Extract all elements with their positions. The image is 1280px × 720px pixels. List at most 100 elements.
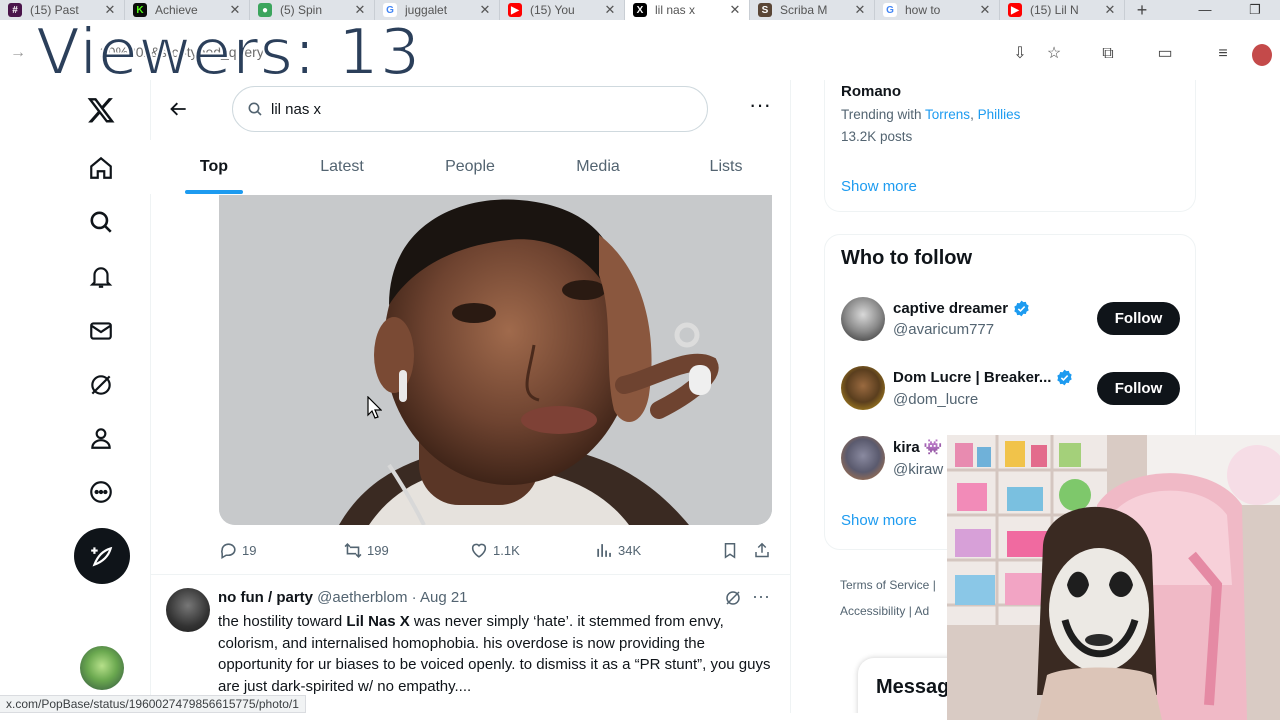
user-name-text: Dom Lucre | Breaker...	[893, 369, 1052, 386]
messages-drawer-label: Messag	[876, 676, 950, 698]
close-icon[interactable]: ✕	[602, 2, 618, 18]
reply-button[interactable]: 19	[219, 538, 256, 562]
media-control-icon[interactable]: ≡	[1212, 43, 1234, 65]
tab-people[interactable]: People	[406, 140, 534, 194]
post-more-icon[interactable]: ···	[752, 586, 770, 607]
user-handle[interactable]: @dom_lucre	[893, 391, 978, 408]
tab-title: Achieve	[155, 3, 198, 17]
post-photo[interactable]	[219, 195, 772, 525]
share-button[interactable]	[753, 538, 775, 562]
search-box[interactable]	[232, 86, 708, 132]
install-app-icon[interactable]: ⇩	[1009, 43, 1031, 65]
close-icon[interactable]: ✕	[727, 2, 743, 18]
trend-link-torrens[interactable]: Torrens	[925, 107, 970, 122]
browser-tab[interactable]: S Scriba M ✕	[750, 0, 875, 20]
user-name[interactable]: kira 👾	[893, 438, 943, 456]
repost-button[interactable]: 199	[343, 538, 389, 562]
user-handle[interactable]: @kiraw	[893, 461, 943, 478]
footer-links: Terms of Service | Accessibility | Ad	[840, 572, 950, 624]
browser-tab-active[interactable]: X lil nas x ✕	[625, 0, 750, 20]
tab-top[interactable]: Top	[150, 140, 278, 194]
back-arrow-icon[interactable]	[166, 96, 192, 122]
restore-icon[interactable]: ❐	[1230, 0, 1280, 20]
trend-title[interactable]: Romano	[841, 83, 901, 100]
search-input[interactable]	[271, 100, 671, 118]
post-author-avatar[interactable]	[166, 588, 210, 632]
views-bar-chart-icon	[597, 543, 611, 557]
post-divider	[150, 574, 790, 575]
reply-count: 19	[242, 542, 257, 558]
webcam-video-image	[947, 435, 1280, 720]
repost-count: 199	[367, 542, 389, 558]
compose-post-button[interactable]	[74, 528, 130, 584]
tab-media[interactable]: Media	[534, 140, 662, 194]
browser-forward-icon[interactable]: →	[10, 44, 26, 62]
close-icon[interactable]: ✕	[1102, 2, 1118, 18]
user-handle[interactable]: @avaricum777	[893, 321, 994, 338]
minimize-icon[interactable]: —	[1180, 0, 1230, 20]
tab-lists[interactable]: Lists	[662, 140, 790, 194]
trend-prefix: Trending with	[841, 107, 926, 122]
ads-link[interactable]: Ad	[915, 604, 930, 618]
close-icon[interactable]: ✕	[852, 2, 868, 18]
notifications-bell-icon[interactable]	[84, 260, 118, 294]
user-avatar[interactable]	[841, 297, 885, 341]
footer-separator: |	[932, 578, 936, 592]
user-avatar[interactable]	[841, 366, 885, 410]
bookmark-icon	[724, 542, 736, 559]
close-icon[interactable]: ✕	[977, 2, 993, 18]
who-to-follow-show-more-link[interactable]: Show more	[841, 512, 917, 529]
stream-viewers-overlay: Viewers: 13	[35, 15, 422, 91]
x-logo-icon[interactable]	[84, 93, 118, 127]
verified-badge-icon	[1014, 300, 1029, 317]
user-avatar[interactable]	[841, 436, 885, 480]
bookmark-button[interactable]	[721, 538, 743, 562]
views-button[interactable]: 34K	[595, 538, 641, 562]
follow-button[interactable]: Follow	[1097, 372, 1180, 405]
trend-context: Trending with Torrens, Phillies	[841, 107, 1020, 122]
tab-latest[interactable]: Latest	[278, 140, 406, 194]
trend-link-phillies[interactable]: Phillies	[978, 107, 1021, 122]
tab-title: (15) Past	[30, 3, 79, 17]
browser-tab[interactable]: G how to ✕	[875, 0, 1000, 20]
user-name-text: captive dreamer	[893, 300, 1009, 317]
more-options-icon[interactable]: ···	[746, 94, 774, 120]
post-date[interactable]: Aug 21	[420, 589, 468, 606]
trends-show-more-link[interactable]: Show more	[841, 178, 917, 195]
home-icon[interactable]	[84, 151, 118, 185]
accessibility-link[interactable]: Accessibility	[840, 604, 905, 618]
post-header: no fun / party @aetherblom · Aug 21	[218, 589, 468, 606]
like-button[interactable]: 1.1K	[469, 538, 520, 562]
repost-icon	[344, 542, 362, 558]
tab-title: (5) Spin	[280, 3, 323, 17]
more-circle-icon[interactable]	[84, 475, 118, 509]
account-avatar[interactable]	[80, 646, 124, 690]
browser-tab[interactable]: ▶ (15) Lil N ✕	[1000, 0, 1125, 20]
post-author-handle[interactable]: @aetherblom	[317, 589, 407, 606]
browser-profile-avatar[interactable]	[1252, 44, 1272, 66]
grok-icon[interactable]	[84, 368, 118, 402]
post-separator: ·	[411, 589, 417, 606]
link-hover-status: x.com/PopBase/status/1960027479856615775…	[0, 695, 306, 713]
terms-link[interactable]: Terms of Service	[840, 578, 929, 592]
youtube-icon: ▶	[508, 3, 522, 17]
post-author-name[interactable]: no fun / party	[218, 589, 313, 606]
follow-button[interactable]: Follow	[1097, 302, 1180, 335]
user-name[interactable]: Dom Lucre | Breaker...	[893, 368, 1074, 387]
tab-title: (15) You	[530, 3, 575, 17]
tab-title: how to	[905, 3, 941, 17]
grok-icon[interactable]	[724, 589, 744, 609]
user-name[interactable]: captive dreamer	[893, 299, 1031, 318]
close-icon[interactable]: ✕	[477, 2, 493, 18]
split-screen-icon[interactable]: ▭	[1154, 43, 1176, 65]
share-upload-icon	[755, 542, 769, 557]
post-text-highlight: Lil Nas X	[346, 613, 410, 630]
who-to-follow-title: Who to follow	[841, 247, 973, 269]
messages-envelope-icon[interactable]	[84, 314, 118, 348]
explore-search-icon[interactable]	[84, 205, 118, 239]
bookmark-star-icon[interactable]: ☆	[1043, 43, 1065, 65]
browser-tab[interactable]: ▶ (15) You ✕	[500, 0, 625, 20]
profile-person-icon[interactable]	[84, 421, 118, 455]
new-tab-icon[interactable]: +	[1131, 0, 1153, 21]
extensions-icon[interactable]: ⧉	[1097, 43, 1119, 65]
